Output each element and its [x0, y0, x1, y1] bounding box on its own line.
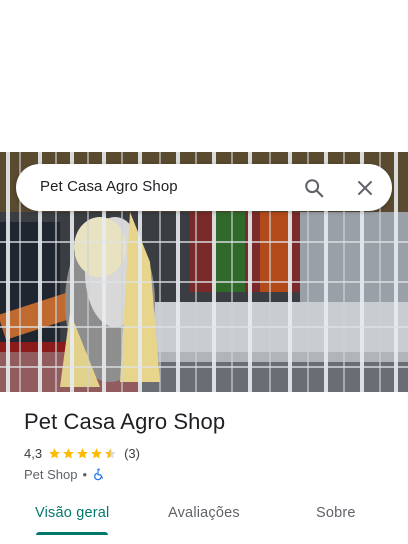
category-row: Pet Shop •	[24, 466, 105, 482]
star-full-icon	[63, 447, 74, 458]
tab-bar: Visão geral Avaliações Sobre	[0, 494, 408, 536]
star-full-icon	[49, 447, 60, 458]
star-partial-icon	[105, 447, 116, 458]
tab-avaliacoes[interactable]: Avaliações	[168, 505, 240, 521]
search-button[interactable]	[300, 174, 328, 202]
star-full-icon	[77, 447, 88, 458]
wheelchair-icon[interactable]	[92, 467, 105, 481]
star-rating	[48, 447, 118, 460]
active-tab-indicator	[36, 532, 108, 535]
search-bar[interactable]: Pet Casa Agro Shop	[16, 164, 392, 211]
search-icon	[305, 179, 324, 198]
star-full-icon	[91, 447, 102, 458]
tab-visao-geral[interactable]: Visão geral	[35, 505, 109, 521]
separator-dot: •	[82, 466, 88, 482]
category-label: Pet Shop	[24, 466, 78, 482]
review-count[interactable]: (3)	[124, 446, 140, 461]
rating-row[interactable]: 4,3 (3)	[24, 445, 140, 461]
rating-value: 4,3	[24, 445, 43, 461]
search-input[interactable]: Pet Casa Agro Shop	[40, 178, 178, 195]
clear-search-button[interactable]	[351, 174, 379, 202]
close-icon	[358, 181, 372, 195]
tab-sobre[interactable]: Sobre	[316, 505, 356, 521]
place-title: Pet Casa Agro Shop	[24, 409, 226, 434]
